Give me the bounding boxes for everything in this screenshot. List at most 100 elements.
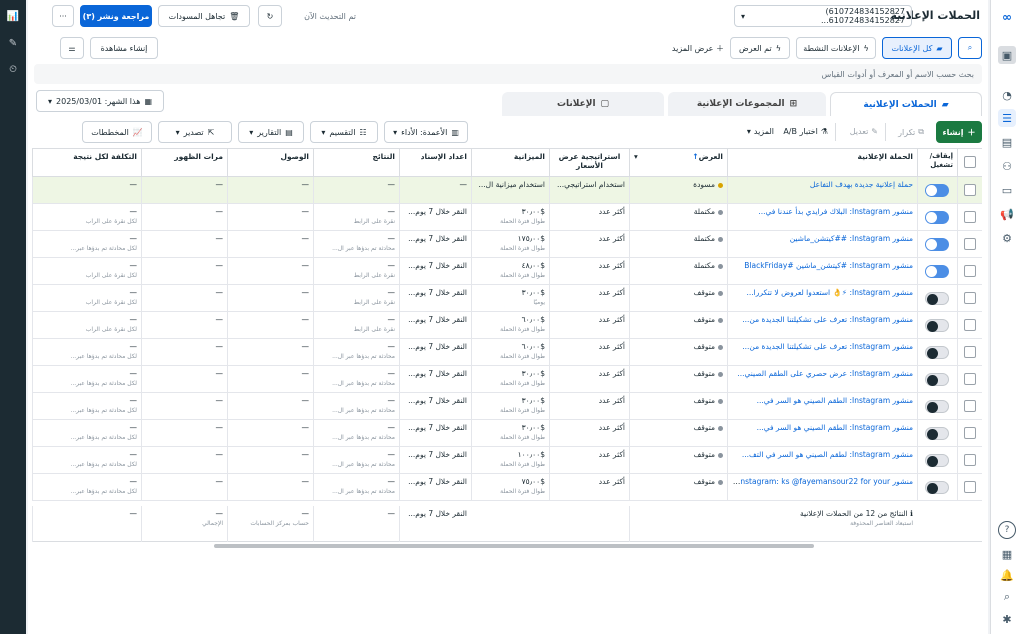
row-checkbox[interactable] (964, 265, 976, 277)
search-toggle-button[interactable]: ⌕ (958, 37, 982, 59)
row-checkbox[interactable] (964, 481, 976, 493)
megaphone-icon[interactable]: 📢 (998, 205, 1016, 223)
table-row[interactable]: منشور Instagram: ks @fayemansour22 for y… (32, 474, 982, 501)
chart-icon[interactable]: 📊 (5, 9, 21, 25)
search-input[interactable]: بحث حسب الاسم أو المعرف أو أدوات القياس (34, 64, 982, 84)
col-onoff[interactable]: إيقاف/ تشغيل (917, 149, 957, 177)
row-checkbox[interactable] (964, 400, 976, 412)
create-button[interactable]: ＋ إنشاء (936, 121, 982, 143)
more-actions-dropdown[interactable]: المزيد ▾ (747, 127, 774, 136)
account-selector[interactable]: 610724834152827) 610724834152827... ▾ (734, 5, 912, 27)
campaign-name-link[interactable]: منشور Instagram: الطقم الصيني هو السر في… (757, 423, 913, 432)
campaign-toggle[interactable] (925, 481, 949, 494)
horizontal-scrollbar[interactable] (214, 544, 814, 548)
table-row[interactable]: حملة إعلانية جديدة بهدف التفاعل مسودة استخ… (32, 177, 982, 204)
account-avatar-icon[interactable]: ▣ (998, 46, 1016, 64)
campaign-toggle[interactable] (925, 346, 949, 359)
campaign-name-link[interactable]: منشور Instagram: لطقم الصيني هو السر في … (742, 450, 913, 459)
bug-icon[interactable]: ✱ (998, 610, 1016, 628)
col-delivery[interactable]: العرض ↑ ▾ (629, 149, 727, 177)
tab-ads[interactable]: ▢ الإعلانات (502, 92, 664, 116)
table-row[interactable]: منشور Instagram: ##كيتشن_ماشين مكتملة أكثر… (32, 231, 982, 258)
table-row[interactable]: منشور Instagram: الطقم الصيني هو السر في… (32, 393, 982, 420)
duplicate-button[interactable]: ⧉ تكرار (898, 127, 924, 137)
campaign-toggle[interactable] (925, 265, 949, 278)
campaign-name-link[interactable]: منشور Instagram: ##كيتشن_ماشين (790, 234, 913, 243)
table-row[interactable]: منشور Instagram: تعرف على تشكيلتنا الجدي… (32, 339, 982, 366)
clock-icon[interactable]: ⏲ (5, 62, 21, 78)
campaign-toggle[interactable] (925, 427, 949, 440)
charts-button[interactable]: 📈 المخططات (82, 121, 152, 143)
col-results[interactable]: النتائج (313, 149, 399, 177)
dashboard-icon[interactable]: ◔ (998, 86, 1016, 104)
campaign-toggle[interactable] (925, 238, 949, 251)
campaign-name-link[interactable]: منشور Instagram: ks @fayemansour22 for y… (731, 477, 913, 486)
col-campaign[interactable]: الحملة الإعلانية (727, 149, 917, 177)
campaign-toggle[interactable] (925, 184, 949, 197)
campaign-toggle[interactable] (925, 292, 949, 305)
bell-icon[interactable]: 🔔 (998, 566, 1016, 584)
filter-active-ads[interactable]: ϟ الإعلانات النشطة (796, 37, 876, 59)
ab-test-button[interactable]: ⚗ اختبار A/B (783, 127, 828, 136)
filter-viewed[interactable]: ϟ تم العرض (730, 37, 790, 59)
col-cost-per-result[interactable]: التكلفة لكل نتيجة (32, 149, 141, 177)
network-icon[interactable]: ⚙ (998, 229, 1016, 247)
row-checkbox[interactable] (964, 454, 976, 466)
columns-dropdown[interactable]: ▥ الأعمدة: الأداء ▾ (384, 121, 468, 143)
campaign-name-link[interactable]: منشور Instagram: عرض حصري على الطقم الصي… (737, 369, 913, 378)
show-more-filters[interactable]: ＋ عرض المزيد (672, 43, 724, 54)
col-reach[interactable]: الوصول (227, 149, 313, 177)
campaign-toggle[interactable] (925, 400, 949, 413)
sliders-button[interactable]: ⚌ (60, 37, 84, 59)
row-checkbox[interactable] (964, 319, 976, 331)
select-all-checkbox[interactable] (964, 156, 976, 168)
tab-campaigns[interactable]: ▰ الحملات الإعلانية (830, 92, 982, 116)
pencil-icon[interactable]: ✎ (5, 36, 21, 52)
date-range-picker[interactable]: ▦ هذا الشهر: 2025/03/01 ▾ (36, 90, 164, 112)
filter-all-ads[interactable]: ▰ كل الإعلانات (882, 37, 952, 59)
campaign-toggle[interactable] (925, 319, 949, 332)
table-row[interactable]: منشور Instagram: ⚡👌 استعدوا لعروض لا تتك… (32, 285, 982, 312)
refresh-button[interactable]: ↻ (258, 5, 282, 27)
tab-adsets[interactable]: ⊞ المجموعات الإعلانية (668, 92, 826, 116)
campaign-name-link[interactable]: منشور Instagram: الطقم الصيني هو السر في… (757, 396, 913, 405)
search-icon[interactable]: ⌕ (998, 588, 1016, 606)
row-checkbox[interactable] (964, 427, 976, 439)
table-row[interactable]: منشور Instagram: البلاك فرايدي بدأ عندنا… (32, 204, 982, 231)
table-row[interactable]: منشور Instagram: عرض حصري على الطقم الصي… (32, 366, 982, 393)
table-row[interactable]: منشور Instagram: تعرف على تشكيلتنا الجدي… (32, 312, 982, 339)
more-options-button[interactable]: ··· (52, 5, 74, 27)
audience-icon[interactable]: ⚇ (998, 157, 1016, 175)
col-bid-strategy[interactable]: استراتيجية عرض الأسعار (549, 149, 629, 177)
col-budget[interactable]: الميزانية (471, 149, 549, 177)
table-row[interactable]: منشور Instagram: الطقم الصيني هو السر في… (32, 420, 982, 447)
campaign-name-link[interactable]: منشور Instagram: #كيتشن_ماشين #BlackFrid… (744, 261, 913, 270)
documents-icon[interactable]: ▤ (998, 133, 1016, 151)
meta-logo-icon[interactable]: ∞ (998, 8, 1016, 26)
row-checkbox[interactable] (964, 373, 976, 385)
col-impressions[interactable]: مرات الظهور (141, 149, 227, 177)
campaign-toggle[interactable] (925, 211, 949, 224)
help-icon[interactable]: ? (998, 521, 1016, 539)
report-icon[interactable]: ▦ (998, 545, 1016, 563)
table-row[interactable]: منشور Instagram: لطقم الصيني هو السر في … (32, 447, 982, 474)
export-dropdown[interactable]: ⇱ تصدير ▾ (158, 121, 232, 143)
campaign-toggle[interactable] (925, 373, 949, 386)
review-publish-button[interactable]: مراجعة ونشر (٣) (80, 5, 152, 27)
campaign-name-link[interactable]: منشور Instagram: البلاك فرايدي بدأ عندنا… (758, 207, 913, 216)
create-view-button[interactable]: إنشاء مشاهدة (90, 37, 158, 59)
row-checkbox[interactable] (964, 238, 976, 250)
row-checkbox[interactable] (964, 346, 976, 358)
billing-icon[interactable]: ▭ (998, 181, 1016, 199)
reports-dropdown[interactable]: ▤ التقارير ▾ (238, 121, 304, 143)
campaign-name-link[interactable]: حملة إعلانية جديدة بهدف التفاعل (810, 180, 913, 189)
row-checkbox[interactable] (964, 184, 976, 196)
campaign-toggle[interactable] (925, 454, 949, 467)
campaign-name-link[interactable]: منشور Instagram: تعرف على تشكيلتنا الجدي… (742, 342, 913, 351)
row-checkbox[interactable] (964, 211, 976, 223)
campaign-name-link[interactable]: منشور Instagram: تعرف على تشكيلتنا الجدي… (742, 315, 913, 324)
discard-drafts-button[interactable]: 🗑 تجاهل المسودات (158, 5, 250, 27)
edit-button[interactable]: ✎ تعديل (850, 127, 878, 136)
campaign-name-link[interactable]: منشور Instagram: ⚡👌 استعدوا لعروض لا تتك… (747, 288, 913, 297)
table-row[interactable]: منشور Instagram: #كيتشن_ماشين #BlackFrid… (32, 258, 982, 285)
